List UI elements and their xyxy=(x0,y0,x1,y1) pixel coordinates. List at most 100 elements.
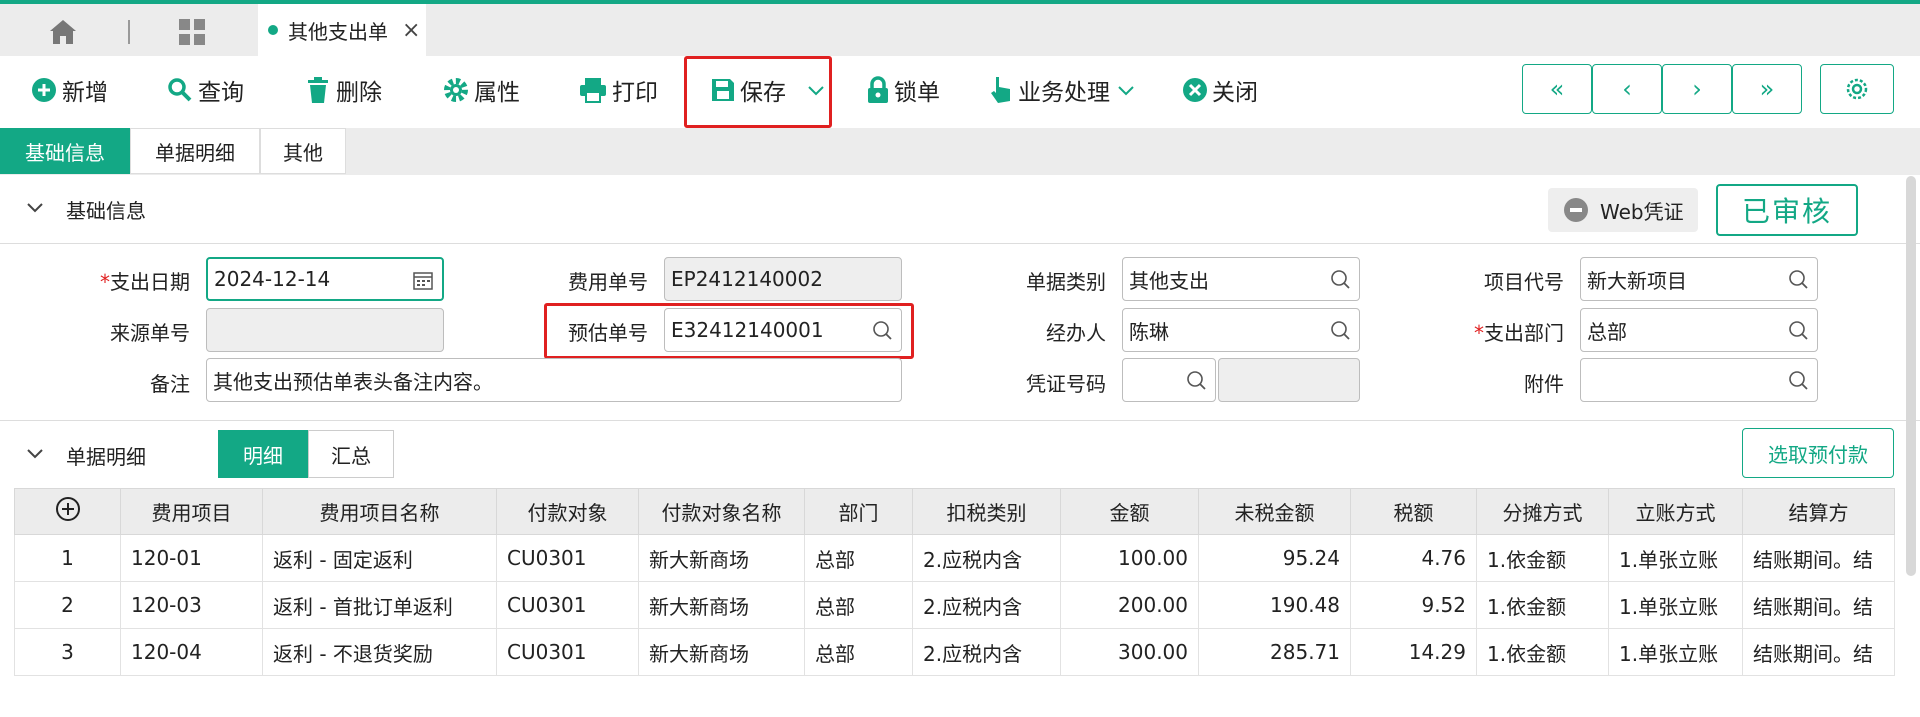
cell-payee-name[interactable]: 新大新商场 xyxy=(638,628,805,676)
close-button[interactable]: 关闭 xyxy=(1182,70,1258,110)
cell-expense-item-name[interactable]: 返利 - 不退货奖励 xyxy=(262,628,497,676)
handler-field[interactable]: 陈琳 xyxy=(1122,308,1360,352)
add-row-header[interactable] xyxy=(14,488,121,535)
cell-settlement[interactable]: 结账期间。结 xyxy=(1742,534,1895,582)
cell-payee-name[interactable]: 新大新商场 xyxy=(638,581,805,629)
row-number: 2 xyxy=(14,581,121,629)
vertical-scrollbar[interactable] xyxy=(1906,176,1916,576)
cell-payee[interactable]: CU0301 xyxy=(496,534,639,582)
tab-detail[interactable]: 明细 xyxy=(218,430,308,478)
col-pre-tax-amount[interactable]: 未税金额 xyxy=(1198,488,1351,535)
cell-expense-item-name[interactable]: 返利 - 固定返利 xyxy=(262,534,497,582)
add-button[interactable]: 新增 xyxy=(30,70,108,110)
col-account-mode[interactable]: 立账方式 xyxy=(1608,488,1743,535)
cell-amount[interactable]: 100.00 xyxy=(1060,534,1199,582)
cell-account-mode[interactable]: 1.单张立账 xyxy=(1608,628,1743,676)
cell-dept[interactable]: 总部 xyxy=(804,628,913,676)
cell-payee-name[interactable]: 新大新商场 xyxy=(638,534,805,582)
cell-payee[interactable]: CU0301 xyxy=(496,581,639,629)
cell-expense-item[interactable]: 120-01 xyxy=(120,534,263,582)
search-icon[interactable] xyxy=(1329,319,1351,341)
col-dept[interactable]: 部门 xyxy=(804,488,913,535)
next-record-button[interactable]: › xyxy=(1662,64,1732,114)
col-tax[interactable]: 税额 xyxy=(1350,488,1477,535)
settings-button[interactable] xyxy=(1820,64,1894,114)
cell-tax[interactable]: 14.29 xyxy=(1350,628,1477,676)
cell-amount[interactable]: 200.00 xyxy=(1060,581,1199,629)
tab-basic-info[interactable]: 基础信息 xyxy=(0,128,130,174)
close-tab-icon[interactable]: × xyxy=(402,18,420,43)
cell-allocation[interactable]: 1.依金额 xyxy=(1476,628,1609,676)
cell-allocation[interactable]: 1.依金额 xyxy=(1476,581,1609,629)
dept-field[interactable]: 总部 xyxy=(1580,308,1818,352)
col-allocation[interactable]: 分摊方式 xyxy=(1476,488,1609,535)
attachment-field[interactable] xyxy=(1580,358,1818,402)
tab-summary[interactable]: 汇总 xyxy=(308,430,394,478)
prev-record-button[interactable]: ‹ xyxy=(1592,64,1662,114)
cell-tax-type[interactable]: 2.应税内含 xyxy=(912,534,1061,582)
voucher-no-field[interactable] xyxy=(1122,358,1216,402)
chevron-down-icon[interactable] xyxy=(26,198,44,221)
tab-doc-detail[interactable]: 单据明细 xyxy=(130,128,260,174)
cell-expense-item-name[interactable]: 返利 - 首批订单返利 xyxy=(262,581,497,629)
search-icon[interactable] xyxy=(1329,268,1351,290)
cell-settlement[interactable]: 结账期间。结 xyxy=(1742,628,1895,676)
double-chevron-left-icon: « xyxy=(1549,75,1565,103)
cell-expense-item[interactable]: 120-04 xyxy=(120,628,263,676)
tab-other[interactable]: 其他 xyxy=(260,128,346,174)
table-row[interactable]: 3 120-04 返利 - 不退货奖励 CU0301 新大新商场 总部 2.应税… xyxy=(14,628,1895,676)
cell-payee[interactable]: CU0301 xyxy=(496,628,639,676)
cell-tax-type[interactable]: 2.应税内含 xyxy=(912,628,1061,676)
cell-dept[interactable]: 总部 xyxy=(804,534,913,582)
table-row[interactable]: 2 120-03 返利 - 首批订单返利 CU0301 新大新商场 总部 2.应… xyxy=(14,581,1895,629)
lock-button[interactable]: 锁单 xyxy=(866,70,940,110)
tab-other-expense[interactable]: 其他支出单 × xyxy=(258,4,426,56)
remark-field[interactable]: 其他支出预估单表头备注内容。 xyxy=(206,358,902,402)
home-icon[interactable] xyxy=(48,18,78,46)
business-process-button[interactable]: 业务处理 xyxy=(988,70,1140,110)
col-settlement[interactable]: 结算方 xyxy=(1742,488,1895,535)
col-expense-item[interactable]: 费用项目 xyxy=(120,488,263,535)
search-icon[interactable] xyxy=(1787,268,1809,290)
delete-button[interactable]: 删除 xyxy=(304,70,382,110)
table-row[interactable]: 1 120-01 返利 - 固定返利 CU0301 新大新商场 总部 2.应税内… xyxy=(14,534,1895,582)
active-dot-icon xyxy=(268,25,278,35)
cell-pre-tax-amount[interactable]: 95.24 xyxy=(1198,534,1351,582)
cell-account-mode[interactable]: 1.单张立账 xyxy=(1608,534,1743,582)
grid-icon[interactable] xyxy=(178,18,206,46)
first-record-button[interactable]: « xyxy=(1522,64,1592,114)
cell-tax[interactable]: 4.76 xyxy=(1350,534,1477,582)
col-amount[interactable]: 金额 xyxy=(1060,488,1199,535)
doc-type-field[interactable]: 其他支出 xyxy=(1122,257,1360,301)
cell-account-mode[interactable]: 1.单张立账 xyxy=(1608,581,1743,629)
plus-circle-icon[interactable] xyxy=(55,496,81,522)
close-circle-icon xyxy=(1183,78,1207,102)
web-voucher-button[interactable]: Web凭证 xyxy=(1548,188,1698,232)
cell-tax[interactable]: 9.52 xyxy=(1350,581,1477,629)
print-button[interactable]: 打印 xyxy=(578,70,658,110)
cell-amount[interactable]: 300.00 xyxy=(1060,628,1199,676)
chevron-down-icon[interactable] xyxy=(26,443,44,467)
col-expense-item-name[interactable]: 费用项目名称 xyxy=(262,488,497,535)
search-icon[interactable] xyxy=(1787,319,1809,341)
col-tax-type[interactable]: 扣税类别 xyxy=(912,488,1061,535)
query-button[interactable]: 查询 xyxy=(166,70,244,110)
cell-tax-type[interactable]: 2.应税内含 xyxy=(912,581,1061,629)
project-code-field[interactable]: 新大新项目 xyxy=(1580,257,1818,301)
cell-pre-tax-amount[interactable]: 190.48 xyxy=(1198,581,1351,629)
cell-pre-tax-amount[interactable]: 285.71 xyxy=(1198,628,1351,676)
col-payee[interactable]: 付款对象 xyxy=(496,488,639,535)
last-record-button[interactable]: » xyxy=(1732,64,1802,114)
cell-dept[interactable]: 总部 xyxy=(804,581,913,629)
search-icon[interactable] xyxy=(1185,369,1207,391)
pick-prepayment-button[interactable]: 选取预付款 xyxy=(1742,428,1894,478)
calendar-icon[interactable] xyxy=(412,269,434,291)
properties-button[interactable]: 属性 xyxy=(442,70,520,110)
col-payee-name[interactable]: 付款对象名称 xyxy=(638,488,805,535)
expense-no-label: 费用单号 xyxy=(568,270,648,294)
cell-allocation[interactable]: 1.依金额 xyxy=(1476,534,1609,582)
expense-date-field[interactable]: 2024-12-14 xyxy=(206,257,444,301)
search-icon[interactable] xyxy=(1787,369,1809,391)
cell-expense-item[interactable]: 120-03 xyxy=(120,581,263,629)
cell-settlement[interactable]: 结账期间。结 xyxy=(1742,581,1895,629)
